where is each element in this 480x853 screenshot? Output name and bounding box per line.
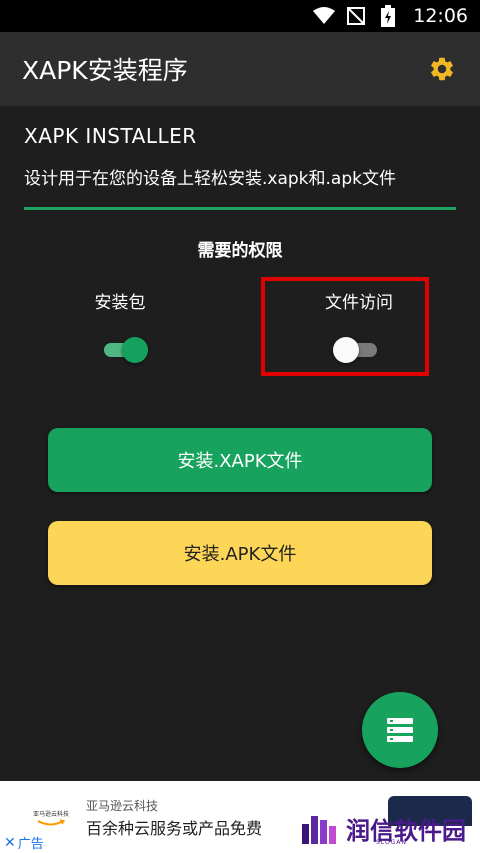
ad-close-button[interactable]: ✕ 广告 [4, 833, 44, 853]
watermark-slogan: SLOGAN [376, 839, 407, 846]
app-description: 设计用于在您的设备上轻松安装.xapk和.apk文件 [24, 169, 396, 189]
main-content: XAPK INSTALLER 设计用于在您的设备上轻松安装.xapk和.apk文… [0, 106, 480, 781]
permissions-title: 需要的权限 [197, 241, 283, 261]
gear-icon [431, 57, 453, 81]
app-heading: XAPK INSTALLER [24, 124, 197, 148]
settings-button[interactable] [426, 53, 458, 85]
app-bar: XAPK安装程序 [0, 32, 480, 106]
battery-charging-icon [377, 5, 399, 27]
install-xapk-button[interactable]: 安装.XAPK文件 [48, 428, 432, 492]
books-icon [302, 816, 336, 844]
watermark: 润信软件园 SLOGAN [298, 808, 480, 853]
ad-title: 百余种云服务或产品免费 [86, 819, 263, 838]
toggle-thumb [122, 337, 148, 363]
status-bar: 12:06 [0, 0, 480, 32]
smile-arrow-icon [37, 819, 66, 826]
ad-sponsor: 亚马逊云科技 [86, 799, 159, 813]
install-packages-toggle[interactable] [104, 336, 148, 364]
wifi-icon [313, 5, 336, 27]
highlight-box [261, 277, 429, 376]
divider [24, 207, 456, 210]
list-fab-button[interactable] [362, 692, 438, 768]
list-icon [387, 718, 413, 742]
ad-logo-text: 亚马逊云科技 [32, 811, 69, 818]
app-title: XAPK安装程序 [22, 56, 188, 85]
status-time: 12:06 [413, 5, 468, 27]
no-signal-icon [345, 5, 367, 27]
ad-label: 广告 [17, 837, 44, 852]
close-icon: ✕ [4, 834, 16, 851]
permission-label-install-packages: 安装包 [94, 293, 146, 313]
ad-logo: 亚马逊云科技 [22, 801, 80, 831]
install-apk-button[interactable]: 安装.APK文件 [48, 521, 432, 585]
